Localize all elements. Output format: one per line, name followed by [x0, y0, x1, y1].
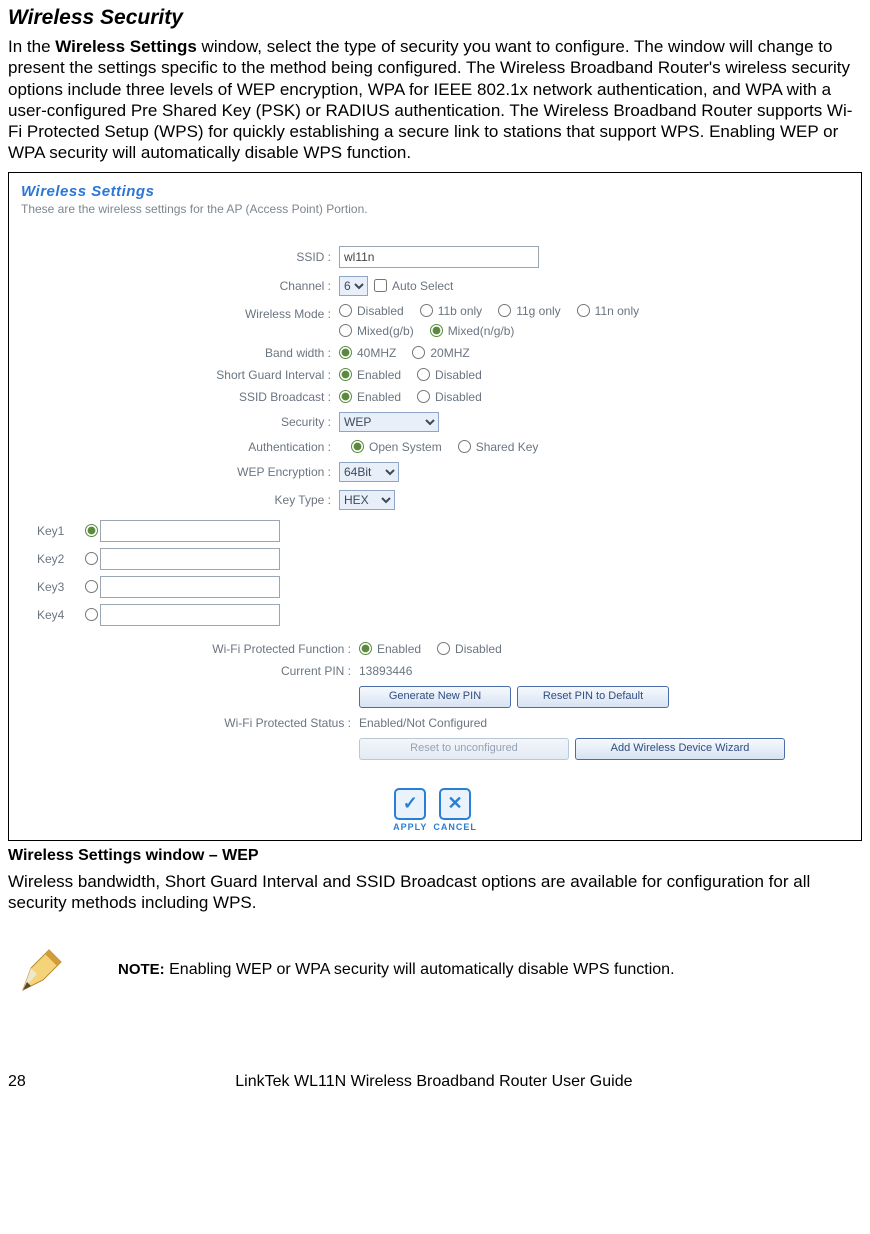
wepenc-label: WEP Encryption :	[21, 465, 339, 479]
wifipf-label: Wi-Fi Protected Function :	[21, 642, 359, 656]
wep-keys-block: Key1 Key2 Key3 Key4	[37, 520, 849, 626]
auto-select-label: Auto Select	[392, 279, 453, 293]
bw-radio-20[interactable]	[412, 346, 425, 359]
ssid-input[interactable]	[339, 246, 539, 268]
pencil-icon	[8, 935, 78, 1005]
channel-label: Channel :	[21, 279, 339, 293]
wifipf-radio-disabled[interactable]	[437, 642, 450, 655]
broadcast-label: SSID Broadcast :	[21, 390, 339, 404]
pin-label: Current PIN :	[21, 664, 359, 678]
bw-radio-40[interactable]	[339, 346, 352, 359]
broadcast-radio-disabled[interactable]	[417, 390, 430, 403]
key2-input[interactable]	[100, 548, 280, 570]
auth-radio-open[interactable]	[351, 440, 364, 453]
intro-bold: Wireless Settings	[55, 37, 197, 56]
mode-radio-mixedngb[interactable]	[430, 324, 443, 337]
bw-opt-0: 40MHZ	[357, 346, 396, 360]
key1-input[interactable]	[100, 520, 280, 542]
key2-label: Key2	[37, 552, 85, 566]
auto-select-checkbox[interactable]	[374, 279, 387, 292]
apply-icon[interactable]: ✓	[394, 788, 426, 820]
note-label: NOTE:	[118, 961, 165, 978]
footer-page-number: 28	[8, 1073, 26, 1091]
note-row: NOTE: Enabling WEP or WPA security will …	[8, 935, 862, 1005]
page-footer: 28 LinkTek WL11N Wireless Broadband Rout…	[0, 1053, 870, 1099]
note-text: NOTE: Enabling WEP or WPA security will …	[118, 961, 675, 979]
pin-value: 13893446	[359, 664, 412, 678]
key4-label: Key4	[37, 608, 85, 622]
mode-opt-2: 11g only	[516, 304, 560, 318]
reset-unconfigured-button: Reset to unconfigured	[359, 738, 569, 760]
bw-opt-1: 20MHZ	[430, 346, 469, 360]
sgi-radio-enabled[interactable]	[339, 368, 352, 381]
cancel-icon[interactable]: ✕	[439, 788, 471, 820]
key1-label: Key1	[37, 524, 85, 538]
footer-guide-title: LinkTek WL11N Wireless Broadband Router …	[235, 1073, 632, 1091]
key3-input[interactable]	[100, 576, 280, 598]
cancel-label: CANCEL	[433, 822, 477, 832]
ssid-label: SSID :	[21, 250, 339, 264]
keytype-label: Key Type :	[21, 493, 339, 507]
intro-text-before: In the	[8, 37, 55, 56]
auth-label: Authentication :	[21, 440, 339, 454]
channel-select[interactable]: 6	[339, 276, 368, 296]
apply-cancel-block: ✓ APPLY ✕ CANCEL	[21, 788, 849, 832]
sgi-label: Short Guard Interval :	[21, 368, 339, 382]
figure-caption: Wireless Settings window – WEP	[8, 847, 862, 865]
apply-label: APPLY	[393, 822, 427, 832]
mode-opt-0: Disabled	[357, 304, 404, 318]
key1-radio[interactable]	[85, 524, 98, 537]
generate-pin-button[interactable]: Generate New PIN	[359, 686, 511, 708]
mode-opt-3: 11n only	[595, 304, 639, 318]
mode-opt-1: 11b only	[438, 304, 482, 318]
key3-radio[interactable]	[85, 580, 98, 593]
mode-label: Wireless Mode :	[21, 304, 339, 321]
wifipf-radio-enabled[interactable]	[359, 642, 372, 655]
mode-radio-11g[interactable]	[498, 304, 511, 317]
wireless-settings-panel: Wireless Settings These are the wireless…	[11, 175, 859, 838]
sgi-opt-1: Disabled	[435, 368, 482, 382]
key2-radio[interactable]	[85, 552, 98, 565]
security-label: Security :	[21, 415, 339, 429]
intro-paragraph: In the Wireless Settings window, select …	[8, 36, 862, 164]
sgi-opt-0: Enabled	[357, 368, 401, 382]
mode-opt-4: Mixed(g/b)	[357, 324, 414, 338]
security-select[interactable]: WEP	[339, 412, 439, 432]
sgi-radio-disabled[interactable]	[417, 368, 430, 381]
mode-radio-mixedgb[interactable]	[339, 324, 352, 337]
key4-input[interactable]	[100, 604, 280, 626]
mode-opt-5: Mixed(n/g/b)	[448, 324, 515, 338]
broadcast-opt-0: Enabled	[357, 390, 401, 404]
wifistatus-label: Wi-Fi Protected Status :	[21, 716, 359, 730]
add-wireless-wizard-button[interactable]: Add Wireless Device Wizard	[575, 738, 785, 760]
key4-radio[interactable]	[85, 608, 98, 621]
panel-subtitle: These are the wireless settings for the …	[21, 202, 849, 216]
auth-opt-1: Shared Key	[476, 440, 539, 454]
mode-radio-disabled[interactable]	[339, 304, 352, 317]
post-caption-paragraph: Wireless bandwidth, Short Guard Interval…	[8, 871, 862, 914]
broadcast-radio-enabled[interactable]	[339, 390, 352, 403]
wepenc-select[interactable]: 64Bit	[339, 462, 399, 482]
auth-radio-shared[interactable]	[458, 440, 471, 453]
keytype-select[interactable]: HEX	[339, 490, 395, 510]
wifistatus-value: Enabled/Not Configured	[359, 716, 487, 730]
broadcast-opt-1: Disabled	[435, 390, 482, 404]
mode-radio-11n[interactable]	[577, 304, 590, 317]
auth-opt-0: Open System	[369, 440, 442, 454]
screenshot-frame: Wireless Settings These are the wireless…	[8, 172, 862, 841]
wifipf-opt-0: Enabled	[377, 642, 421, 656]
key3-label: Key3	[37, 580, 85, 594]
note-body: Enabling WEP or WPA security will automa…	[165, 961, 675, 978]
reset-pin-button[interactable]: Reset PIN to Default	[517, 686, 669, 708]
bandwidth-label: Band width :	[21, 346, 339, 360]
section-heading: Wireless Security	[8, 6, 862, 30]
mode-radio-11b[interactable]	[420, 304, 433, 317]
wifipf-opt-1: Disabled	[455, 642, 502, 656]
panel-title: Wireless Settings	[21, 183, 849, 200]
